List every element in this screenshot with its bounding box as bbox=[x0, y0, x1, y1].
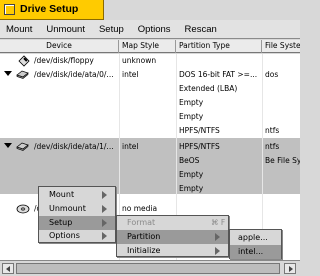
device-path: /dev/disk/ide/ata/1/... bbox=[34, 142, 114, 151]
hard-disk-icon bbox=[16, 142, 29, 151]
cd-drive-icon bbox=[16, 204, 30, 214]
scroll-right-button[interactable] bbox=[284, 263, 296, 274]
scroll-left-button[interactable] bbox=[2, 263, 14, 274]
partition-apple[interactable]: apple... bbox=[230, 231, 281, 245]
submenu-arrow-icon bbox=[102, 205, 107, 213]
arrow-right-icon bbox=[289, 266, 293, 272]
menu-item-label: Partition bbox=[127, 232, 161, 241]
scrollbar-thumb[interactable] bbox=[16, 263, 280, 274]
title-tab[interactable]: Drive Setup bbox=[0, 0, 104, 20]
submenu-arrow-icon bbox=[215, 247, 220, 255]
table-row[interactable]: Empty bbox=[0, 96, 300, 110]
menu-item-label: intel... bbox=[238, 247, 264, 256]
title-bar: Drive Setup bbox=[0, 0, 300, 20]
file-system: ntfs bbox=[265, 126, 280, 135]
context-menu-setup[interactable]: Setup bbox=[39, 216, 115, 230]
file-system: Be File System bbox=[265, 156, 300, 165]
map-style: unknown bbox=[122, 56, 157, 65]
submenu-arrow-icon bbox=[215, 233, 220, 241]
disclosure-triangle-icon[interactable] bbox=[4, 143, 12, 148]
context-menu-options[interactable]: Options bbox=[39, 229, 115, 243]
context-menu-mount[interactable]: Mount bbox=[39, 188, 115, 202]
partition-type: Empty bbox=[179, 98, 204, 107]
menu-options[interactable]: Options bbox=[138, 24, 171, 35]
table-row[interactable]: Empty bbox=[0, 110, 300, 124]
partition-type: HPFS/NTFS bbox=[179, 142, 220, 151]
map-style: no media bbox=[122, 204, 158, 213]
partition-type: BeOS bbox=[179, 156, 200, 165]
partition-type: DOS 16-bit FAT >=... bbox=[179, 70, 258, 79]
table-row[interactable]: HPFS/NTFS ntfs bbox=[0, 124, 300, 138]
partition-type: Empty bbox=[179, 170, 204, 179]
partition-submenu: apple... intel... bbox=[229, 229, 282, 259]
file-system: ntfs bbox=[265, 142, 280, 151]
menu-rescan[interactable]: Rescan bbox=[185, 24, 217, 35]
menu-mount[interactable]: Mount bbox=[6, 24, 32, 35]
table-row[interactable]: BeOS Be File System bbox=[0, 154, 300, 168]
context-menu-unmount[interactable]: Unmount bbox=[39, 202, 115, 216]
submenu-arrow-icon bbox=[102, 219, 107, 227]
submenu-format: Format ⌘ F bbox=[117, 216, 228, 230]
menu-item-label: Unmount bbox=[49, 204, 86, 213]
close-box-icon[interactable] bbox=[4, 4, 15, 15]
file-system: dos bbox=[265, 70, 279, 79]
menu-item-label: apple... bbox=[238, 233, 268, 242]
arrow-left-icon bbox=[6, 266, 10, 272]
table-row[interactable]: /dev/disk/floppy unknown bbox=[0, 54, 300, 68]
map-style: intel bbox=[122, 70, 139, 79]
menu-item-label: Mount bbox=[49, 190, 75, 199]
column-header-file-system[interactable]: File System bbox=[262, 40, 300, 53]
column-header-map-style[interactable]: Map Style bbox=[119, 40, 176, 53]
menu-item-label: Initialize bbox=[127, 246, 161, 255]
menu-item-label: Setup bbox=[49, 218, 73, 227]
context-menu: Mount Unmount Setup Options bbox=[38, 186, 116, 243]
partition-type: Extended (LBA) bbox=[179, 84, 238, 93]
device-path: /dev/disk/ide/ata/0/... bbox=[34, 70, 114, 79]
menu-setup[interactable]: Setup bbox=[99, 24, 124, 35]
partition-type: HPFS/NTFS bbox=[179, 126, 220, 135]
partition-type: Empty bbox=[179, 112, 204, 121]
disclosure-triangle-icon[interactable] bbox=[4, 71, 12, 76]
setup-submenu: Format ⌘ F Partition Initialize bbox=[116, 215, 229, 257]
table-row[interactable]: Empty bbox=[0, 168, 300, 182]
shortcut-label: ⌘ F bbox=[211, 218, 226, 227]
map-style: intel bbox=[122, 142, 139, 151]
column-header-device[interactable]: Device bbox=[0, 40, 119, 53]
floppy-disk-icon bbox=[18, 55, 30, 67]
menu-item-label: Options bbox=[49, 231, 80, 240]
submenu-initialize[interactable]: Initialize bbox=[117, 244, 228, 258]
table-row[interactable]: Extended (LBA) bbox=[0, 82, 300, 96]
partition-type: Empty bbox=[179, 184, 204, 193]
column-header-partition-type[interactable]: Partition Type bbox=[176, 40, 262, 53]
column-headers: Device Map Style Partition Type File Sys… bbox=[0, 40, 300, 53]
menu-unmount[interactable]: Unmount bbox=[46, 24, 85, 35]
submenu-arrow-icon bbox=[102, 191, 107, 199]
table-row[interactable]: /dev/disk/ide/ata/1/... intel HPFS/NTFS … bbox=[0, 140, 300, 154]
submenu-partition[interactable]: Partition bbox=[117, 230, 228, 244]
hard-disk-icon bbox=[16, 70, 29, 79]
submenu-arrow-icon bbox=[102, 232, 107, 240]
table-row[interactable]: /dev/disk/ide/ata/0/... intel DOS 16-bit… bbox=[0, 68, 300, 82]
horizontal-scrollbar[interactable] bbox=[0, 260, 300, 276]
device-path: /dev/disk/floppy bbox=[34, 56, 94, 65]
menu-bar: Mount Unmount Setup Options Rescan bbox=[0, 20, 300, 39]
window-title: Drive Setup bbox=[20, 3, 79, 15]
menu-item-label: Format bbox=[127, 218, 156, 227]
partition-intel[interactable]: intel... bbox=[230, 245, 281, 259]
